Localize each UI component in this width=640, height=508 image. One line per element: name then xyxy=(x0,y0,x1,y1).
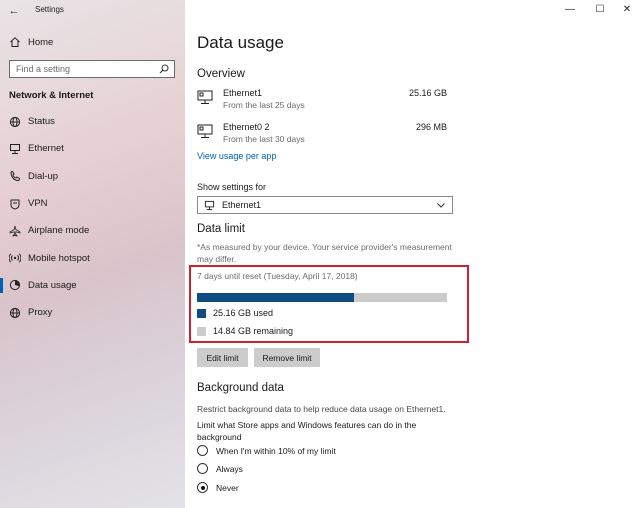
sidebar-item-label: Proxy xyxy=(28,307,52,318)
airplane-icon xyxy=(9,225,21,237)
radio-label: Never xyxy=(216,483,239,493)
vpn-icon xyxy=(9,198,21,210)
ethernet-icon xyxy=(203,199,215,211)
data-limit-note: *As measured by your device. Your servic… xyxy=(197,241,459,265)
ethernet-icon xyxy=(9,143,21,155)
background-data-question: Limit what Store apps and Windows featur… xyxy=(197,419,447,443)
edit-limit-button[interactable]: Edit limit xyxy=(197,348,248,367)
usage-row-amount: 25.16 GB xyxy=(409,88,447,98)
sidebar-item-label: Airplane mode xyxy=(28,225,89,236)
sidebar-item-label: Data usage xyxy=(28,280,77,291)
radio-option-never[interactable]: Never xyxy=(197,482,239,493)
back-button[interactable]: ← xyxy=(6,3,22,19)
sidebar-item-label: VPN xyxy=(28,198,48,209)
sidebar-item-status[interactable]: Status xyxy=(0,108,185,135)
remove-limit-button[interactable]: Remove limit xyxy=(254,348,320,367)
remaining-label: 14.84 GB remaining xyxy=(213,326,293,336)
radio-button-selected[interactable] xyxy=(197,482,208,493)
title-bar: ← Settings xyxy=(0,0,185,22)
usage-row: Ethernet0 2 From the last 30 days 296 MB xyxy=(197,122,447,148)
main-content: Data usage Overview Ethernet1 From the l… xyxy=(185,0,640,508)
sidebar-item-label: Status xyxy=(28,116,55,127)
usage-row: Ethernet1 From the last 25 days 25.16 GB xyxy=(197,88,447,114)
app-title: Settings xyxy=(35,5,64,14)
overview-heading: Overview xyxy=(197,68,245,80)
chevron-down-icon xyxy=(436,200,446,212)
search-placeholder: Find a setting xyxy=(16,64,70,74)
reset-text: 7 days until reset (Tuesday, April 17, 2… xyxy=(197,271,358,281)
home-icon xyxy=(9,36,21,48)
sidebar-item-vpn[interactable]: VPN xyxy=(0,190,185,217)
usage-row-amount: 296 MB xyxy=(416,122,447,132)
sidebar-item-label: Mobile hotspot xyxy=(28,253,90,264)
search-icon[interactable] xyxy=(159,64,169,76)
section-title: Network & Internet xyxy=(9,90,93,101)
view-usage-per-app-link[interactable]: View usage per app xyxy=(197,151,276,161)
sidebar-item-dial-up[interactable]: Dial-up xyxy=(0,163,185,190)
network-select-value: Ethernet1 xyxy=(222,200,261,210)
usage-row-since: From the last 30 days xyxy=(223,134,305,144)
remaining-legend: 14.84 GB remaining xyxy=(197,326,293,336)
sidebar-item-proxy[interactable]: Proxy xyxy=(0,299,185,326)
data-limit-heading: Data limit xyxy=(197,223,245,235)
phone-icon xyxy=(9,170,21,182)
show-settings-label: Show settings for xyxy=(197,182,266,192)
sidebar-item-airplane-mode[interactable]: Airplane mode xyxy=(0,217,185,244)
sidebar-item-mobile-hotspot[interactable]: Mobile hotspot xyxy=(0,244,185,271)
sidebar-home[interactable]: Home xyxy=(9,35,53,49)
usage-progress-fill xyxy=(197,293,354,302)
background-data-description: Restrict background data to help reduce … xyxy=(197,404,446,414)
radio-option-always[interactable]: Always xyxy=(197,463,243,474)
usage-row-name: Ethernet1 xyxy=(223,88,262,98)
computer-icon xyxy=(197,124,215,145)
sidebar-item-label: Ethernet xyxy=(28,143,64,154)
radio-button[interactable] xyxy=(197,445,208,456)
globe-icon xyxy=(9,307,21,319)
sidebar: ← Settings Home Find a setting Network &… xyxy=(0,0,185,508)
background-data-heading: Background data xyxy=(197,382,284,394)
sidebar-item-data-usage[interactable]: Data usage xyxy=(0,272,185,299)
radio-label: When I'm within 10% of my limit xyxy=(216,446,336,456)
usage-row-since: From the last 25 days xyxy=(223,100,305,110)
radio-label: Always xyxy=(216,464,243,474)
globe-icon xyxy=(9,116,21,128)
used-legend: 25.16 GB used xyxy=(197,308,273,318)
page-title: Data usage xyxy=(197,33,284,53)
network-select[interactable]: Ethernet1 xyxy=(197,196,453,214)
radio-option-within-limit[interactable]: When I'm within 10% of my limit xyxy=(197,445,336,456)
hotspot-icon xyxy=(9,252,21,264)
sidebar-home-label: Home xyxy=(28,37,53,48)
usage-progress-bar xyxy=(197,293,447,302)
remaining-swatch xyxy=(197,327,206,336)
radio-button[interactable] xyxy=(197,463,208,474)
usage-row-name: Ethernet0 2 xyxy=(223,122,270,132)
search-input[interactable]: Find a setting xyxy=(9,60,175,78)
sidebar-item-ethernet[interactable]: Ethernet xyxy=(0,135,185,162)
computer-icon xyxy=(197,90,215,111)
sidebar-nav: Status Ethernet Dial-up VPN Airplane mod… xyxy=(0,108,185,326)
used-swatch xyxy=(197,309,206,318)
used-label: 25.16 GB used xyxy=(213,308,273,318)
data-usage-icon xyxy=(9,279,21,291)
sidebar-item-label: Dial-up xyxy=(28,171,58,182)
